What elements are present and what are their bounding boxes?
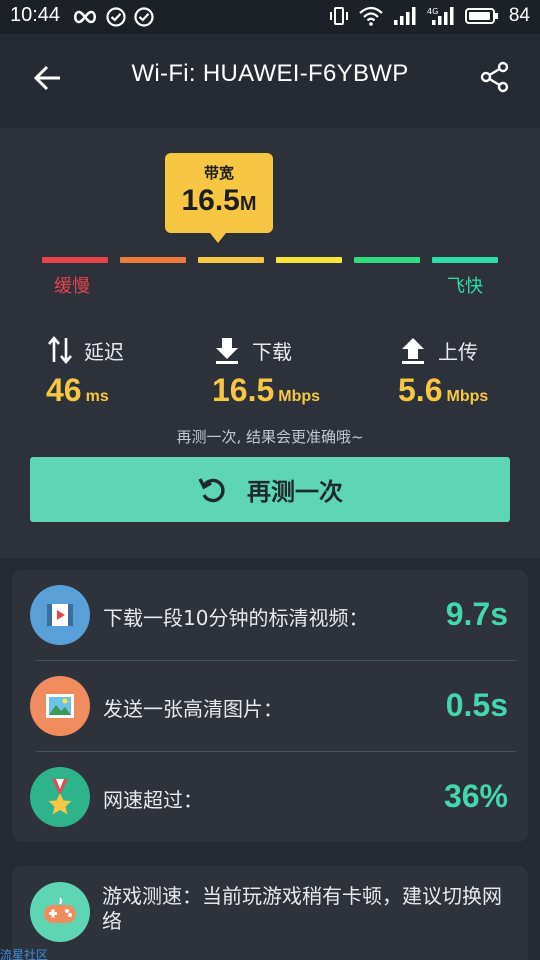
- svg-text:4G: 4G: [427, 7, 438, 16]
- download-value: 16.5 Mbps: [212, 372, 321, 408]
- medal-icon: [30, 767, 90, 827]
- list-item: 下载一段10分钟的标清视频： 9.7s: [30, 570, 508, 660]
- list-item: 发送一张高清图片： 0.5s: [30, 661, 508, 751]
- latency-metric: 延迟 46 ms: [46, 334, 206, 409]
- speed-rank-label: 网速超过：: [103, 788, 203, 812]
- scale-slow-label: 缓慢: [54, 276, 90, 297]
- download-metric: 下载 16.5 Mbps: [212, 334, 372, 409]
- up-down-arrows-icon: [48, 335, 72, 365]
- speed-scale-segment: [42, 257, 108, 263]
- speed-scale-segment: [120, 257, 186, 263]
- refresh-icon: [198, 477, 225, 502]
- retry-hint: 再测一次, 结果会更准确哦~: [176, 428, 364, 446]
- download-label: 下载: [252, 339, 292, 364]
- infinity-icon: [73, 10, 97, 24]
- check-circle-icon: [106, 7, 126, 27]
- gamepad-icon: [30, 882, 90, 942]
- vibrate-icon: [329, 7, 348, 25]
- bandwidth-value: 16.5M: [181, 184, 257, 217]
- scale-fast-label: 飞快: [447, 276, 483, 297]
- retest-button[interactable]: 再测一次: [30, 457, 510, 522]
- video-estimate-value: 9.7s: [445, 596, 508, 632]
- share-icon[interactable]: [478, 60, 512, 94]
- upload-metric: 上传 5.6 Mbps: [398, 334, 540, 409]
- speed-scale-segment: [354, 257, 420, 263]
- status-time: 10:44: [10, 4, 61, 26]
- check-circle-icon: [134, 7, 154, 27]
- latency-value: 46 ms: [46, 372, 109, 408]
- video-estimate-label: 下载一段10分钟的标清视频：: [103, 606, 369, 630]
- download-icon: [216, 338, 238, 364]
- latency-label: 延迟: [84, 339, 124, 364]
- speed-scale-segment: [276, 257, 342, 263]
- retest-button-label: 再测一次: [247, 478, 343, 506]
- page-title: Wi-Fi: HUAWEI-F6YBWP: [131, 60, 409, 87]
- bandwidth-label: 带宽: [203, 164, 234, 182]
- bandwidth-bubble-pointer: [210, 233, 226, 243]
- game-speed-text: 游戏测速：当前玩游戏稍有卡顿，建议切换网络: [102, 884, 502, 933]
- status-bar: 10:44 4G 84: [0, 0, 540, 34]
- watermark-text: 流星社区: [0, 948, 49, 960]
- upload-icon: [402, 338, 424, 364]
- image-icon: [30, 676, 90, 736]
- upload-label: 上传: [438, 339, 478, 364]
- bandwidth-bubble: 带宽 16.5M: [165, 153, 273, 233]
- speed-scale-segment: [198, 257, 264, 263]
- list-item: 网速超过： 36%: [30, 752, 508, 842]
- battery-icon: [464, 8, 498, 24]
- app-bar: Wi-Fi: HUAWEI-F6YBWP: [0, 34, 540, 120]
- video-icon: [30, 585, 90, 645]
- battery-level: 84: [508, 5, 530, 26]
- estimate-card: 下载一段10分钟的标清视频： 9.7s 发送一张高清图片： 0.5s 网速超过：…: [12, 570, 528, 842]
- speed-rank-value: 36%: [443, 778, 508, 814]
- upload-value: 5.6 Mbps: [398, 372, 489, 408]
- wifi-icon: [359, 6, 383, 26]
- signal-icon: [393, 7, 416, 25]
- game-speed-card[interactable]: 游戏测速：当前玩游戏稍有卡顿，建议切换网络: [12, 866, 528, 960]
- image-estimate-label: 发送一张高清图片：: [103, 697, 283, 721]
- 4g-signal-icon: 4G: [427, 7, 454, 25]
- image-estimate-value: 0.5s: [445, 687, 508, 723]
- speed-scale-segment: [432, 257, 498, 263]
